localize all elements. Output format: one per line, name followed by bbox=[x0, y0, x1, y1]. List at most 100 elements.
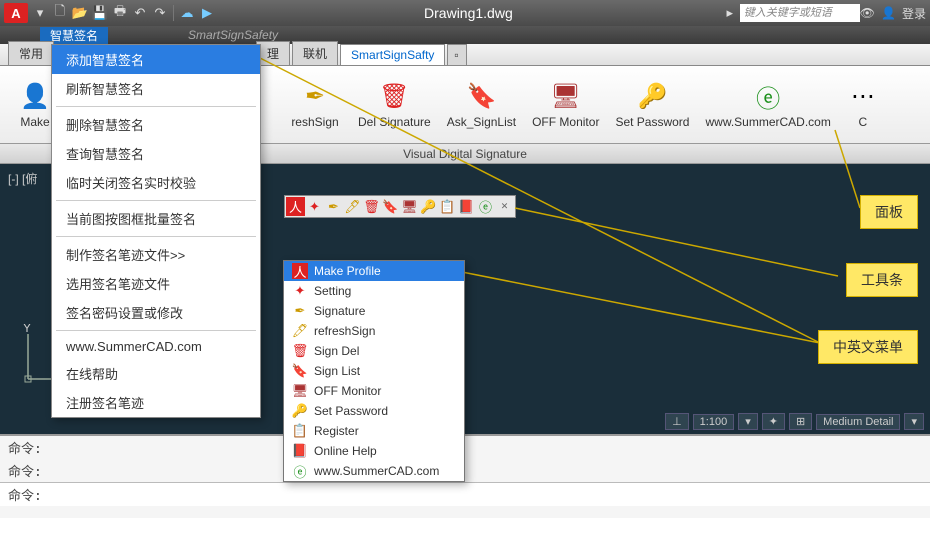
menu-add-sign[interactable]: 添加智慧签名 bbox=[52, 45, 260, 74]
profile-icon: 人 bbox=[292, 263, 308, 279]
redo-icon[interactable]: ↷ bbox=[150, 4, 170, 22]
tab-smartsignsafety[interactable]: SmartSignSafty bbox=[340, 44, 445, 65]
menu-delete-sign[interactable]: 删除智慧签名 bbox=[52, 110, 260, 139]
ctx-signdel[interactable]: 🗑Sign Del bbox=[284, 341, 464, 361]
tab-expand-icon[interactable]: ▫ bbox=[447, 44, 467, 65]
ribbon-website-button[interactable]: ⓔwww.SummerCAD.com bbox=[697, 66, 838, 143]
menu-batch-sign[interactable]: 当前图按图框批量签名 bbox=[52, 204, 260, 233]
ie-icon: ⓔ bbox=[752, 81, 784, 113]
user-icon[interactable]: 👤 bbox=[881, 6, 896, 20]
menu-refresh-sign[interactable]: 刷新智慧签名 bbox=[52, 74, 260, 103]
app-logo-icon[interactable]: A bbox=[4, 3, 28, 23]
monitor-off-icon: 🖥 bbox=[550, 81, 582, 113]
ribbon-more-button[interactable]: ⋯C bbox=[839, 66, 887, 143]
tb-ie-icon[interactable]: ⓔ bbox=[476, 197, 495, 216]
ctx-signlist[interactable]: 🔖Sign List bbox=[284, 361, 464, 381]
menu-temp-close[interactable]: 临时关闭签名实时校验 bbox=[52, 168, 260, 197]
menubar: 智慧签名 SmartSignSafety bbox=[0, 26, 930, 44]
tab-manage[interactable]: 理 bbox=[256, 41, 290, 65]
login-link[interactable]: 登录 bbox=[902, 5, 926, 22]
save-icon[interactable]: 💾 bbox=[90, 4, 110, 22]
cmd-input[interactable]: 命令: bbox=[0, 482, 930, 506]
menu-use-file[interactable]: 选用签名笔迹文件 bbox=[52, 269, 260, 298]
menu-separator bbox=[56, 236, 256, 237]
window-title: Drawing1.dwg bbox=[217, 5, 720, 21]
open-icon[interactable]: 📂 bbox=[70, 4, 90, 22]
menu-register[interactable]: 注册签名笔迹 bbox=[52, 388, 260, 417]
tb-star-icon[interactable]: ✦ bbox=[305, 197, 324, 216]
tb-profile-icon[interactable]: 人 bbox=[286, 197, 305, 216]
menu-help[interactable]: 在线帮助 bbox=[52, 359, 260, 388]
star-icon: ✦ bbox=[292, 283, 308, 299]
trash-icon: 🗑 bbox=[378, 81, 410, 113]
qat-dropdown-icon[interactable]: ▾ bbox=[30, 4, 50, 22]
tb-book-icon[interactable]: 📕 bbox=[457, 197, 476, 216]
ucs-button[interactable]: ⊥ bbox=[665, 413, 689, 430]
ctx-signature[interactable]: ✒Signature bbox=[284, 301, 464, 321]
tab-online[interactable]: 联机 bbox=[292, 41, 338, 65]
quick-access-toolbar: A ▾ 🗋 📂 💾 🖶 ↶ ↷ ☁ ▶ Drawing1.dwg ▸ 键入关键字… bbox=[0, 0, 930, 26]
cloud-icon[interactable]: ☁ bbox=[177, 4, 197, 22]
tb-close-icon[interactable]: ✕ bbox=[495, 197, 514, 216]
annotation-toolbar: 工具条 bbox=[846, 263, 918, 297]
scale-button[interactable]: 1:100 bbox=[693, 414, 735, 430]
ctx-password[interactable]: 🔑Set Password bbox=[284, 401, 464, 421]
trash-icon: 🗑 bbox=[292, 343, 308, 359]
tool2-button[interactable]: ⊞ bbox=[789, 413, 812, 430]
monitor-icon: 🖥 bbox=[292, 383, 308, 399]
tb-key-icon[interactable]: 🔑 bbox=[419, 197, 438, 216]
tab-common[interactable]: 常用 bbox=[8, 41, 54, 65]
ctx-refresh[interactable]: 🖊refreshSign bbox=[284, 321, 464, 341]
annotation-menu: 中英文菜单 bbox=[818, 330, 918, 364]
menu-website[interactable]: www.SummerCAD.com bbox=[52, 334, 260, 359]
tb-pen2-icon[interactable]: 🖊 bbox=[343, 197, 362, 216]
play-icon[interactable]: ▶ bbox=[197, 4, 217, 22]
ctx-help[interactable]: 📕Online Help bbox=[284, 441, 464, 461]
ribbon-ask-button[interactable]: 🔖Ask_SignList bbox=[439, 66, 524, 143]
ctx-offmonitor[interactable]: 🖥OFF Monitor bbox=[284, 381, 464, 401]
tb-reg-icon[interactable]: 📋 bbox=[438, 197, 457, 216]
ribbon-monitor-button[interactable]: 🖥OFF Monitor bbox=[524, 66, 607, 143]
ie-icon: ⓔ bbox=[292, 463, 308, 479]
new-icon[interactable]: 🗋 bbox=[50, 4, 70, 22]
book-icon: 📕 bbox=[292, 443, 308, 459]
context-menu: 人Make Profile ✦Setting ✒Signature 🖊refre… bbox=[283, 260, 465, 482]
key-icon: 🔑 bbox=[292, 403, 308, 419]
caret-icon[interactable]: ▸ bbox=[720, 4, 740, 22]
binoculars-icon[interactable]: 👁 bbox=[860, 6, 875, 20]
tb-seal-icon[interactable]: 🔖 bbox=[381, 197, 400, 216]
menu-password[interactable]: 签名密码设置或修改 bbox=[52, 298, 260, 327]
cmd-history-2: 命令: bbox=[0, 459, 930, 482]
ctx-website[interactable]: ⓔwww.SummerCAD.com bbox=[284, 461, 464, 481]
reg-icon: 📋 bbox=[292, 423, 308, 439]
tb-trash-icon[interactable]: 🗑 bbox=[362, 197, 381, 216]
menu-label: SmartSignSafety bbox=[188, 28, 278, 42]
smartsign-menu: 添加智慧签名 刷新智慧签名 删除智慧签名 查询智慧签名 临时关闭签名实时校验 当… bbox=[51, 44, 261, 418]
pen-icon: ✒ bbox=[299, 81, 331, 113]
undo-icon[interactable]: ↶ bbox=[130, 4, 150, 22]
menu-separator bbox=[56, 330, 256, 331]
annotation-panel: 面板 bbox=[860, 195, 918, 229]
scale-dropdown-icon[interactable]: ▾ bbox=[738, 413, 758, 430]
detail-dropdown-icon[interactable]: ▾ bbox=[904, 413, 924, 430]
ctx-make-profile[interactable]: 人Make Profile bbox=[284, 261, 464, 281]
ribbon-refresh-button[interactable]: ✒reshSign bbox=[280, 66, 350, 143]
svg-text:Y: Y bbox=[23, 324, 31, 335]
detail-button[interactable]: Medium Detail bbox=[816, 414, 900, 430]
menu-make-file[interactable]: 制作签名笔迹文件>> bbox=[52, 240, 260, 269]
ribbon-delete-button[interactable]: 🗑Del Signature bbox=[350, 66, 439, 143]
menu-separator bbox=[56, 200, 256, 201]
ribbon-password-button[interactable]: 🔑Set Password bbox=[607, 66, 697, 143]
tb-monitor-icon[interactable]: 🖥 bbox=[400, 197, 419, 216]
pen-icon: ✒ bbox=[292, 303, 308, 319]
tool1-button[interactable]: ✦ bbox=[762, 413, 785, 430]
seal-icon: 🔖 bbox=[292, 363, 308, 379]
floating-toolbar[interactable]: 人 ✦ ✒ 🖊 🗑 🔖 🖥 🔑 📋 📕 ⓔ ✕ bbox=[284, 195, 516, 218]
print-icon[interactable]: 🖶 bbox=[110, 4, 130, 22]
tb-pen-icon[interactable]: ✒ bbox=[324, 197, 343, 216]
search-input[interactable]: 键入关键字或短语 bbox=[740, 4, 860, 22]
menu-query-sign[interactable]: 查询智慧签名 bbox=[52, 139, 260, 168]
pen2-icon: 🖊 bbox=[292, 323, 308, 339]
ctx-register[interactable]: 📋Register bbox=[284, 421, 464, 441]
ctx-setting[interactable]: ✦Setting bbox=[284, 281, 464, 301]
